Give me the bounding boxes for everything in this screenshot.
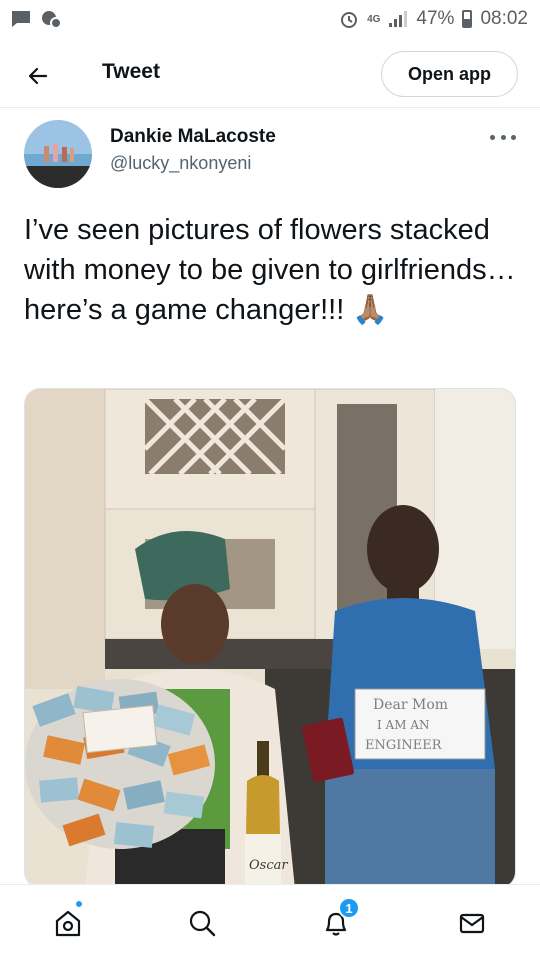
signal-icon — [389, 11, 408, 27]
sign-line-1: Dear Mom — [373, 697, 448, 713]
bottom-nav: 1 — [0, 884, 540, 960]
tweet-image[interactable]: Dear Mom I AM AN ENGINEER Oscar — [24, 388, 516, 888]
tweet-photo: Dear Mom I AM AN ENGINEER Oscar — [25, 389, 515, 887]
author-handle[interactable]: @lucky_nkonyeni — [110, 153, 251, 174]
nav-messages[interactable] — [452, 903, 492, 943]
network-type: 4G — [367, 13, 381, 25]
alarm-icon — [341, 12, 358, 28]
tweet-text: I’ve seen pictures of flowers stacked wi… — [24, 214, 516, 326]
tweet-header: Tweet Open app — [0, 44, 540, 108]
notification-app-icon — [42, 11, 62, 29]
page-title: Tweet — [102, 60, 160, 83]
avatar[interactable] — [24, 120, 92, 188]
search-icon — [189, 910, 216, 937]
back-button[interactable] — [20, 58, 56, 94]
status-bar: 4G 47% 08:02 — [0, 0, 540, 38]
author-name[interactable]: Dankie MaLacoste — [110, 126, 276, 148]
sign-line-3: ENGINEER — [365, 738, 443, 753]
dot-icon — [511, 134, 516, 140]
battery-percent: 47% — [416, 8, 455, 29]
status-right: 4G 47% 08:02 — [339, 8, 528, 30]
avatar-image — [24, 120, 92, 188]
more-options-button[interactable] — [490, 128, 516, 146]
home-icon — [55, 910, 81, 937]
dot-icon — [490, 134, 495, 140]
dot-icon — [500, 134, 506, 140]
bottle-label: Oscar — [249, 858, 288, 873]
sign-line-2: I AM AN — [377, 718, 430, 732]
battery-icon — [462, 10, 473, 28]
nav-home[interactable] — [48, 903, 88, 943]
message-icon — [12, 11, 30, 27]
arrow-left-icon — [28, 67, 48, 85]
status-left — [10, 9, 62, 29]
clock: 08:02 — [480, 8, 528, 29]
open-app-button[interactable]: Open app — [381, 51, 518, 97]
nav-search[interactable] — [182, 903, 222, 943]
notification-badge: 1 — [338, 897, 360, 919]
home-unread-dot — [74, 899, 84, 909]
envelope-icon — [459, 913, 485, 934]
